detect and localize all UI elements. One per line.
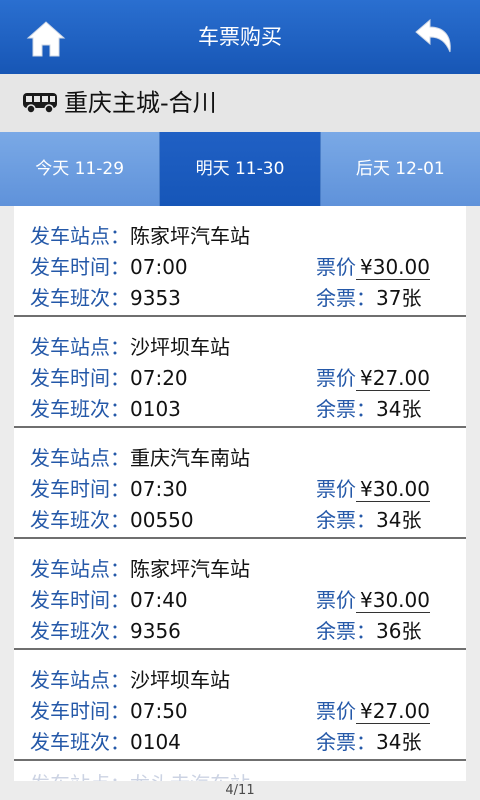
station-label: 发车站点： xyxy=(30,446,130,470)
price-label: 票价 xyxy=(316,699,356,723)
remaining-label: 余票： xyxy=(316,508,376,532)
back-arrow-icon[interactable] xyxy=(412,16,456,60)
remaining-label: 余票： xyxy=(316,730,376,754)
time-label: 发车时间： xyxy=(30,255,130,279)
price-label: 票价 xyxy=(316,366,356,390)
station-value: 陈家坪汽车站 xyxy=(130,224,250,248)
time-label: 发车时间： xyxy=(30,366,130,390)
remaining-label: 余票： xyxy=(316,397,376,421)
price-label: 票价 xyxy=(316,255,356,279)
time-label: 发车时间： xyxy=(30,699,130,723)
trip-value: 0103 xyxy=(130,397,181,421)
time-label: 发车时间： xyxy=(30,588,130,612)
route-bar: 重庆主城-合川 xyxy=(0,74,480,133)
trip-label: 发车班次： xyxy=(30,508,130,532)
remaining-value: 37张 xyxy=(376,286,422,310)
price-label: 票价 xyxy=(316,588,356,612)
trip-label: 发车班次： xyxy=(30,286,130,310)
remaining-value: 36张 xyxy=(376,619,422,643)
time-value: 07:40 xyxy=(130,588,188,612)
trip-list: 发车站点：陈家坪汽车站 发车时间：07:00 发车班次：9353 票价 ¥30.0… xyxy=(14,206,466,781)
tab-today[interactable]: 今天 11-29 xyxy=(0,132,161,206)
tab-tomorrow[interactable]: 明天 11-30 xyxy=(160,132,321,206)
trip-value: 0104 xyxy=(130,730,181,754)
list-item[interactable]: 发车站点：沙坪坝车站 发车时间：07:20 发车班次：0103 票价 ¥27.00… xyxy=(14,317,466,428)
station-value: 沙坪坝车站 xyxy=(130,335,230,359)
trip-value: 9356 xyxy=(130,619,181,643)
time-label: 发车时间： xyxy=(30,477,130,501)
tab-day-after[interactable]: 后天 12-01 xyxy=(320,132,480,206)
price-value: ¥30.00 xyxy=(356,588,430,613)
station-value: 重庆汽车南站 xyxy=(130,446,250,470)
list-item[interactable]: 发车站点：陈家坪汽车站 发车时间：07:00 发车班次：9353 票价 ¥30.0… xyxy=(14,206,466,317)
station-label: 发车站点： xyxy=(30,668,130,692)
page-title: 车票购买 xyxy=(198,25,282,49)
time-value: 07:20 xyxy=(130,366,188,390)
price-value: ¥27.00 xyxy=(356,366,430,391)
station-value: 沙坪坝车站 xyxy=(130,668,230,692)
station-label: 发车站点： xyxy=(30,557,130,581)
price-value: ¥30.00 xyxy=(356,255,430,280)
date-tabs: 今天 11-29 明天 11-30 后天 12-01 xyxy=(0,132,480,206)
list-item[interactable]: 发车站点：陈家坪汽车站 发车时间：07:40 发车班次：9356 票价 ¥30.0… xyxy=(14,539,466,650)
remaining-value: 34张 xyxy=(376,730,422,754)
bus-icon xyxy=(23,93,57,114)
time-value: 07:00 xyxy=(130,255,188,279)
partial-list-item: 发车站点：龙头寺汽车站 xyxy=(30,768,250,781)
time-value: 07:50 xyxy=(130,699,188,723)
top-bar: 车票购买 xyxy=(0,0,480,74)
trip-value: 00550 xyxy=(130,508,194,532)
station-value: 陈家坪汽车站 xyxy=(130,557,250,581)
remaining-label: 余票： xyxy=(316,619,376,643)
list-item[interactable]: 发车站点：沙坪坝车站 发车时间：07:50 发车班次：0104 票价 ¥27.00… xyxy=(14,650,466,761)
remaining-value: 34张 xyxy=(376,508,422,532)
price-value: ¥30.00 xyxy=(356,477,430,502)
route-name: 重庆主城-合川 xyxy=(64,89,217,117)
trip-label: 发车班次： xyxy=(30,397,130,421)
trip-value: 9353 xyxy=(130,286,181,310)
trip-label: 发车班次： xyxy=(30,730,130,754)
price-label: 票价 xyxy=(316,477,356,501)
trip-label: 发车班次： xyxy=(30,619,130,643)
station-label: 发车站点： xyxy=(30,335,130,359)
page-indicator: 4/11 xyxy=(225,783,255,798)
time-value: 07:30 xyxy=(130,477,188,501)
station-label: 发车站点： xyxy=(30,224,130,248)
remaining-label: 余票： xyxy=(316,286,376,310)
remaining-value: 34张 xyxy=(376,397,422,421)
price-value: ¥27.00 xyxy=(356,699,430,724)
list-item[interactable]: 发车站点：重庆汽车南站 发车时间：07:30 发车班次：00550 票价 ¥30.… xyxy=(14,428,466,539)
